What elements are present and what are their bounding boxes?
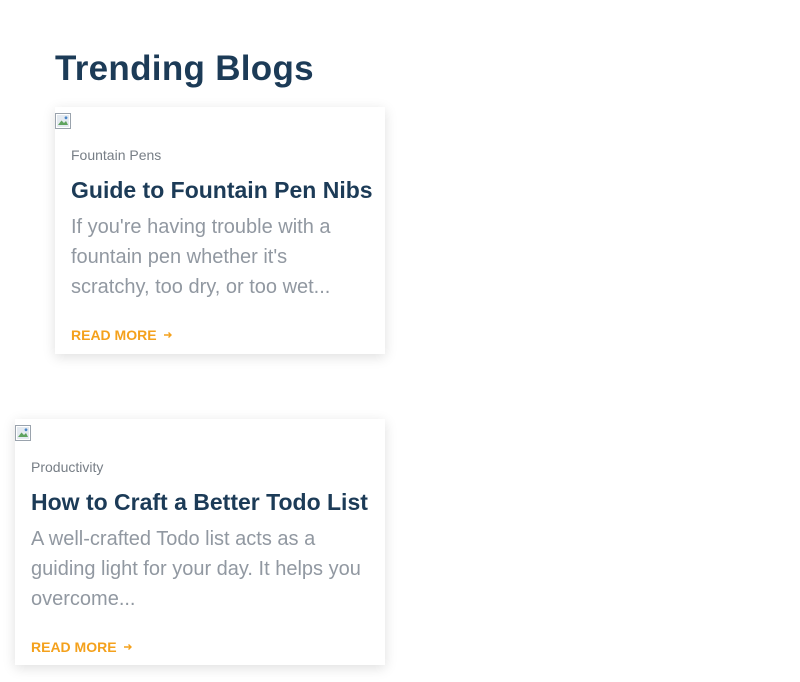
read-more-link[interactable]: READ MORE (71, 327, 173, 343)
card-body: Fountain Pens Guide to Fountain Pen Nibs… (71, 147, 375, 345)
blog-card: Productivity How to Craft a Better Todo … (15, 419, 385, 665)
post-title[interactable]: How to Craft a Better Todo List (31, 488, 375, 516)
card-body: Productivity How to Craft a Better Todo … (31, 459, 375, 657)
arrow-right-icon (123, 644, 132, 650)
read-more-label: READ MORE (71, 327, 157, 343)
blog-card: Fountain Pens Guide to Fountain Pen Nibs… (55, 107, 385, 354)
post-excerpt: A well-crafted Todo list acts as a guidi… (31, 528, 361, 610)
trending-blogs-page: Trending Blogs Fountain Pens Guide to Fo… (0, 0, 800, 682)
post-title[interactable]: Guide to Fountain Pen Nibs (71, 176, 375, 204)
post-category: Productivity (31, 459, 104, 475)
arrow-right-icon (163, 332, 172, 338)
post-category: Fountain Pens (71, 147, 162, 163)
broken-image-icon (55, 113, 71, 129)
broken-image-icon (15, 425, 31, 441)
read-more-link[interactable]: READ MORE (31, 639, 133, 655)
section-title: Trending Blogs (55, 49, 314, 88)
post-excerpt: If you're having trouble with a fountain… (71, 216, 331, 298)
read-more-label: READ MORE (31, 639, 117, 655)
